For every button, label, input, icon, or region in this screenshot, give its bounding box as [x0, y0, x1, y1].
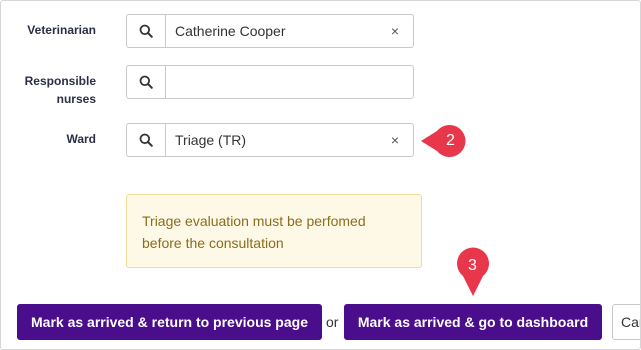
callout-marker-2: 2: [419, 123, 475, 159]
ward-field[interactable]: Triage (TR) ×: [126, 123, 414, 157]
veterinarian-label: Veterinarian: [27, 23, 96, 37]
warning-text-line2: before the consultation: [142, 235, 284, 251]
responsible-nurses-label-line2: nurses: [56, 92, 96, 106]
veterinarian-value[interactable]: Catherine Cooper: [166, 15, 377, 47]
veterinarian-field[interactable]: Catherine Cooper ×: [126, 14, 414, 48]
responsible-nurses-label-line1: Responsible: [24, 74, 96, 88]
responsible-nurses-value[interactable]: [166, 66, 413, 98]
callout-number-2: 2: [446, 132, 455, 149]
ward-label: Ward: [66, 132, 96, 146]
mark-arrived-dashboard-button[interactable]: Mark as arrived & go to dashboard: [344, 304, 602, 340]
or-separator: or: [326, 314, 339, 330]
ward-search-button[interactable]: [127, 124, 166, 156]
triage-warning-alert: Triage evaluation must be perfomed befor…: [126, 194, 422, 268]
callout-marker-3: 3: [455, 246, 491, 298]
mark-arrived-return-button[interactable]: Mark as arrived & return to previous pag…: [17, 304, 322, 340]
cancel-button[interactable]: Cancel: [612, 304, 640, 340]
responsible-nurses-field[interactable]: [126, 65, 414, 99]
arrival-form-panel: Veterinarian Catherine Cooper × Responsi…: [0, 0, 641, 350]
ward-value[interactable]: Triage (TR): [166, 124, 377, 156]
responsible-nurses-search-button[interactable]: [127, 66, 166, 98]
responsible-nurses-label: Responsible nurses: [1, 72, 96, 108]
search-icon: [139, 75, 153, 89]
ward-clear-button[interactable]: ×: [377, 124, 413, 156]
veterinarian-search-button[interactable]: [127, 15, 166, 47]
callout-number-3: 3: [468, 257, 477, 274]
search-icon: [139, 133, 153, 147]
veterinarian-clear-button[interactable]: ×: [377, 15, 413, 47]
warning-text-line1: Triage evaluation must be perfomed: [142, 213, 366, 229]
search-icon: [139, 24, 153, 38]
